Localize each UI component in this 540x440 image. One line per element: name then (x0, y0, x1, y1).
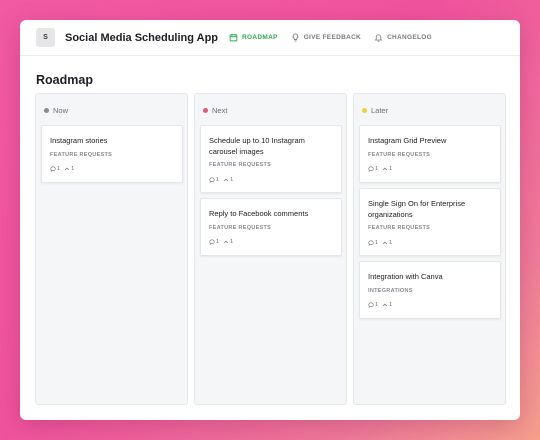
status-dot (44, 108, 49, 113)
column-later: Later Instagram Grid Preview FEATURE REQ… (353, 93, 506, 405)
comment-icon (50, 166, 56, 172)
nav-changelog[interactable]: CHANGELOG (374, 33, 432, 42)
roadmap-card[interactable]: Schedule up to 10 Instagram carousel ima… (200, 125, 342, 193)
card-stats: 1 1 (368, 240, 396, 246)
card-title: Instagram Grid Preview (368, 136, 447, 145)
vote-count[interactable]: 1 (382, 302, 392, 308)
card-stats: 1 1 (50, 166, 78, 172)
column-later-label: Later (371, 106, 389, 115)
nav-give-feedback[interactable]: GIVE FEEDBACK (291, 33, 361, 42)
card-tag: FEATURE REQUESTS (368, 152, 431, 158)
card-title: Integration with Canva (368, 272, 443, 281)
vote-count-value: 1 (389, 240, 393, 246)
comment-count: 1 (368, 240, 378, 246)
comment-count-value: 1 (216, 239, 220, 245)
column-now: Now Instagram stories FEATURE REQUESTS 1… (35, 93, 188, 405)
vote-count-value: 1 (389, 302, 393, 308)
roadmap-card[interactable]: Instagram stories FEATURE REQUESTS 1 1 (41, 125, 183, 183)
comment-count: 1 (209, 239, 219, 245)
card-stats: 1 1 (209, 177, 237, 183)
card-tag: FEATURE REQUESTS (209, 225, 272, 231)
page-title: Roadmap (36, 73, 93, 87)
bell-icon (374, 34, 383, 42)
card-title: Schedule up to 10 Instagram carousel ima… (209, 136, 305, 156)
column-next-label: Next (212, 106, 228, 115)
card-title: Single Sign On for Enterprise organizati… (368, 199, 466, 219)
comment-icon (368, 240, 374, 246)
card-stats: 1 1 (209, 239, 237, 245)
comment-count: 1 (368, 166, 378, 172)
card-title: Reply to Facebook comments (209, 209, 309, 218)
card-tag: FEATURE REQUESTS (209, 162, 272, 168)
status-dot (203, 108, 208, 113)
calendar-icon (229, 33, 238, 42)
column-next: Next Schedule up to 10 Instagram carouse… (194, 93, 347, 405)
card-tag: FEATURE REQUESTS (50, 152, 113, 158)
roadmap-card[interactable]: Integration with Canva INTEGRATIONS 1 1 (359, 261, 501, 319)
column-next-header: Next (203, 106, 227, 115)
comment-count: 1 (368, 302, 378, 308)
comment-count-value: 1 (375, 166, 379, 172)
column-later-header: Later (362, 106, 388, 115)
card-tag: FEATURE REQUESTS (368, 225, 431, 231)
comment-count-value: 1 (57, 166, 61, 172)
status-dot (362, 108, 367, 113)
card-tag: INTEGRATIONS (368, 288, 413, 294)
upvote-icon (224, 178, 229, 182)
vote-count-value: 1 (230, 239, 234, 245)
vote-count[interactable]: 1 (382, 166, 392, 172)
column-now-label: Now (53, 106, 69, 115)
roadmap-card[interactable]: Instagram Grid Preview FEATURE REQUESTS … (359, 125, 501, 183)
nav-roadmap-label: ROADMAP (242, 34, 278, 41)
roadmap-card[interactable]: Reply to Facebook comments FEATURE REQUE… (200, 198, 342, 256)
app-window: S Social Media Scheduling App ROADMAP GI… (20, 20, 520, 420)
vote-count-value: 1 (389, 166, 393, 172)
comment-count: 1 (50, 166, 60, 172)
vote-count[interactable]: 1 (382, 240, 392, 246)
roadmap-card[interactable]: Single Sign On for Enterprise organizati… (359, 188, 501, 256)
card-title: Instagram stories (50, 136, 108, 145)
comment-count: 1 (209, 177, 219, 183)
comment-count-value: 1 (375, 240, 379, 246)
app-name[interactable]: Social Media Scheduling App (65, 32, 218, 44)
nav-changelog-label: CHANGELOG (387, 34, 433, 41)
lightbulb-icon (292, 33, 299, 42)
comment-icon (368, 166, 374, 172)
app-logo-letter: S (43, 34, 48, 41)
comment-count-value: 1 (216, 177, 220, 183)
comment-count-value: 1 (375, 302, 379, 308)
vote-count-value: 1 (230, 177, 234, 183)
main-nav: ROADMAP GIVE FEEDBACK CHANGELOG (229, 33, 445, 42)
nav-roadmap[interactable]: ROADMAP (229, 33, 278, 42)
comment-icon (368, 302, 374, 308)
vote-count[interactable]: 1 (223, 177, 233, 183)
nav-give-feedback-label: GIVE FEEDBACK (303, 34, 362, 41)
app-logo[interactable]: S (36, 28, 55, 47)
column-now-header: Now (44, 106, 68, 115)
upvote-icon (383, 303, 388, 307)
upvote-icon (383, 167, 388, 171)
comment-icon (209, 239, 215, 245)
top-navigation-bar: S Social Media Scheduling App ROADMAP GI… (20, 20, 520, 56)
upvote-icon (383, 241, 388, 245)
vote-count[interactable]: 1 (64, 166, 74, 172)
vote-count[interactable]: 1 (223, 239, 233, 245)
upvote-icon (224, 240, 229, 244)
card-stats: 1 1 (368, 166, 396, 172)
vote-count-value: 1 (71, 166, 75, 172)
comment-icon (209, 177, 215, 183)
card-stats: 1 1 (368, 302, 396, 308)
upvote-icon (65, 167, 70, 171)
roadmap-board: Now Instagram stories FEATURE REQUESTS 1… (35, 93, 506, 405)
